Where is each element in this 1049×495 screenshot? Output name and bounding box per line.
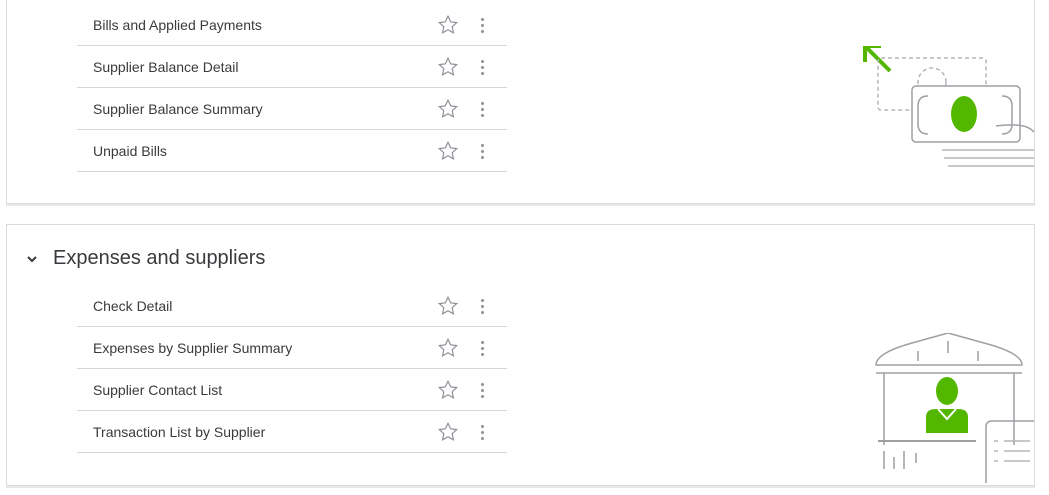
report-list: Check Detail Expenses by Supplier Summar… (77, 285, 507, 453)
star-icon[interactable] (437, 14, 459, 36)
report-row: Expenses by Supplier Summary (77, 327, 507, 369)
report-section-card: Expenses and suppliers Check Detail Expe… (6, 224, 1035, 486)
report-row: Bills and Applied Payments (77, 4, 507, 46)
section-header[interactable]: Expenses and suppliers (25, 247, 265, 270)
star-icon[interactable] (437, 56, 459, 78)
report-link[interactable]: Supplier Contact List (93, 382, 222, 398)
report-section-card: Bills and Applied Payments Supplier Bala… (6, 0, 1035, 204)
more-options-icon[interactable] (477, 99, 487, 119)
report-list: Bills and Applied Payments Supplier Bala… (77, 4, 507, 172)
report-row: Supplier Balance Summary (77, 88, 507, 130)
report-link[interactable]: Unpaid Bills (93, 143, 167, 159)
report-row: Supplier Contact List (77, 369, 507, 411)
more-options-icon[interactable] (477, 15, 487, 35)
report-row: Supplier Balance Detail (77, 46, 507, 88)
report-link[interactable]: Bills and Applied Payments (93, 17, 262, 33)
chevron-down-icon[interactable] (25, 252, 39, 266)
more-options-icon[interactable] (477, 380, 487, 400)
more-options-icon[interactable] (477, 57, 487, 77)
more-options-icon[interactable] (477, 338, 487, 358)
section-title: Expenses and suppliers (53, 247, 266, 269)
more-options-icon[interactable] (477, 422, 487, 442)
report-link[interactable]: Transaction List by Supplier (93, 424, 265, 440)
report-link[interactable]: Supplier Balance Summary (93, 101, 263, 117)
report-link[interactable]: Supplier Balance Detail (93, 59, 239, 75)
report-row: Check Detail (77, 285, 507, 327)
report-link[interactable]: Check Detail (93, 298, 172, 314)
supplier-storefront-illustration (875, 333, 1034, 483)
star-icon[interactable] (437, 98, 459, 120)
star-icon[interactable] (437, 140, 459, 162)
more-options-icon[interactable] (477, 141, 487, 161)
star-icon[interactable] (437, 295, 459, 317)
star-icon[interactable] (437, 421, 459, 443)
star-icon[interactable] (437, 379, 459, 401)
bill-payment-illustration (863, 46, 1034, 167)
report-link[interactable]: Expenses by Supplier Summary (93, 340, 292, 356)
star-icon[interactable] (437, 337, 459, 359)
more-options-icon[interactable] (477, 296, 487, 316)
report-row: Unpaid Bills (77, 130, 507, 172)
report-row: Transaction List by Supplier (77, 411, 507, 453)
